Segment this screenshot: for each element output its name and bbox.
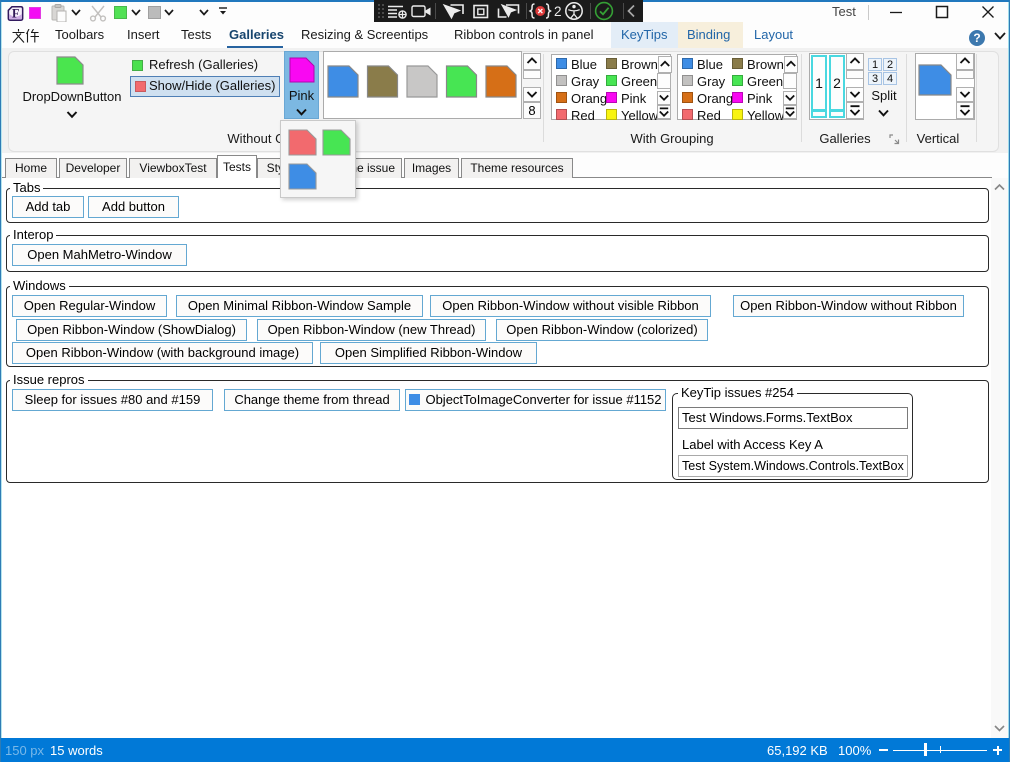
svg-text:?: ?	[973, 31, 980, 45]
svg-text:2: 2	[554, 4, 562, 19]
svg-text:F: F	[12, 6, 19, 20]
